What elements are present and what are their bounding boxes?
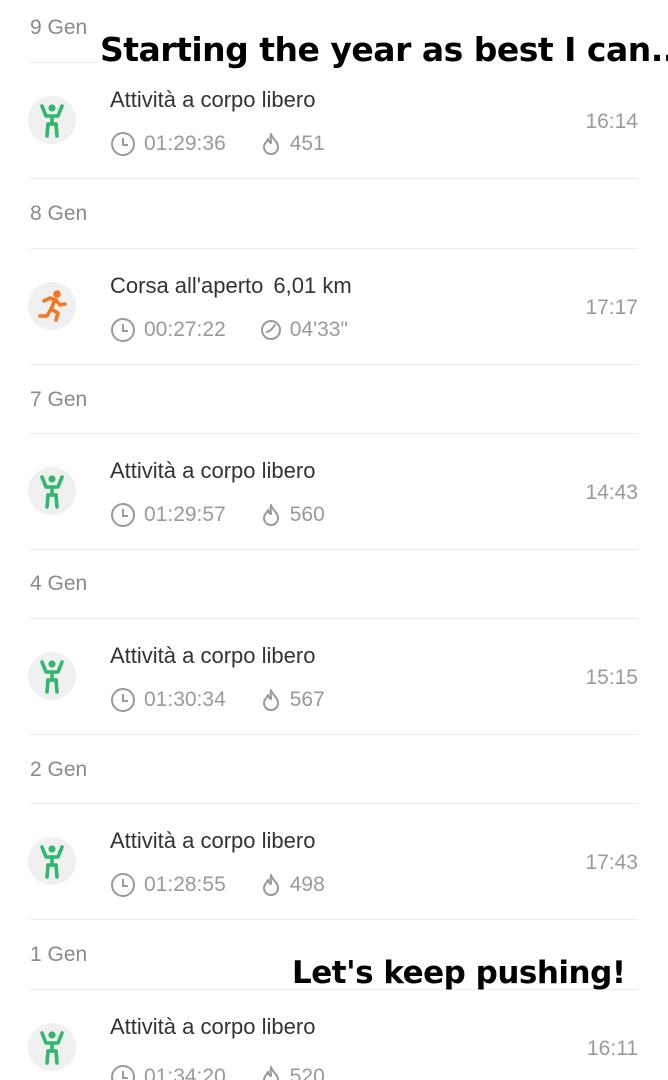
activity-time: 14:43 [585,481,638,504]
pace-icon [260,320,281,340]
date-header: 1 Gen [30,943,88,966]
activity-time: 15:15 [585,666,638,689]
activity-meta: 01:29:57 560 [110,502,325,528]
clock-icon [111,132,135,156]
divider [30,549,638,550]
activity-time: 17:43 [585,851,638,874]
date-header: 7 Gen [30,388,88,411]
activity-title: Attività a corpo libero [110,828,316,853]
duration-value: 00:27:22 [144,318,226,341]
running-figure-icon [28,282,76,330]
caption-top: Starting the year as best I can... [98,30,668,69]
calories-value: 451 [289,132,325,155]
caption-bottom: Let's keep pushing! [292,955,626,991]
divider [30,919,638,920]
activity-meta: 00:27:22 04'33" [110,317,348,343]
duration-value: 01:30:34 [144,688,226,711]
activity-title: Attività a corpo libero [110,643,316,668]
flame-icon [262,1066,279,1080]
divider [30,178,638,179]
flame-icon [262,874,279,896]
activity-feed: 9 Gen Attività a corpo libero 01:29:36 4… [0,0,668,1080]
activity-time: 17:17 [585,296,638,319]
calories-value: 560 [289,503,325,526]
divider [30,734,638,735]
activity-row[interactable]: Attività a corpo libero 01:29:57 560 14:… [0,433,668,549]
activity-title: Attività a corpo libero [110,1014,316,1039]
activity-row[interactable]: Attività a corpo libero 01:30:34 567 15:… [0,618,668,734]
date-header: 4 Gen [30,572,88,595]
duration-value: 01:34:20 [144,1065,226,1080]
activity-row[interactable]: Attività a corpo libero 01:28:55 498 17:… [0,803,668,919]
activity-meta: 01:30:34 567 [110,687,325,713]
activity-row[interactable]: Corsa all'aperto 6,01 km 00:27:22 04'33" … [0,248,668,364]
strength-figure-icon [28,1023,76,1071]
clock-icon [111,688,135,712]
strength-figure-icon [28,837,76,885]
calories-value: 520 [289,1065,325,1080]
clock-icon [111,1065,135,1080]
clock-icon [111,318,135,342]
date-header: 8 Gen [30,202,88,225]
distance-value: 6,01 km [273,273,352,298]
activity-time: 16:14 [585,110,638,133]
activity-title: Attività a corpo libero [110,458,316,483]
divider [30,364,638,365]
activity-time: 16:11 [587,1037,638,1060]
clock-icon [111,873,135,897]
activity-meta: 01:29:36 451 [110,131,325,157]
activity-meta: 01:28:55 498 [110,872,325,898]
calories-value: 498 [289,873,325,896]
activity-row[interactable]: Attività a corpo libero 01:29:36 451 16:… [0,62,668,178]
activity-row[interactable]: Attività a corpo libero 01:34:20 520 16:… [0,989,668,1080]
strength-figure-icon [28,652,76,700]
strength-figure-icon [28,96,76,144]
calories-value: 567 [289,688,325,711]
activity-title: Attività a corpo libero [110,87,316,112]
duration-value: 01:29:57 [144,503,226,526]
date-header: 9 Gen [30,16,88,39]
strength-figure-icon [28,467,76,515]
duration-value: 01:29:36 [144,132,226,155]
date-header: 2 Gen [30,758,88,781]
flame-icon [262,689,279,711]
activity-title: Corsa all'aperto 6,01 km [110,273,352,298]
flame-icon [262,133,279,155]
pace-value: 04'33" [289,318,348,341]
clock-icon [111,503,135,527]
flame-icon [262,504,279,526]
activity-meta: 01:34:20 520 [110,1064,325,1080]
duration-value: 01:28:55 [144,873,226,896]
